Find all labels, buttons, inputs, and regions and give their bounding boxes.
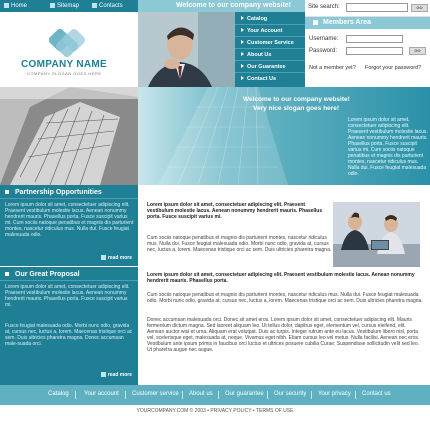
- main-content: Lorem ipsum dolor sit amet, consectetuer…: [138, 185, 430, 385]
- arrow-icon: [241, 76, 244, 80]
- welcome-slogan: Very nice slogan goes here!: [253, 105, 339, 112]
- read-more-icon: [100, 372, 106, 377]
- footer-separator: [182, 391, 183, 399]
- paragraph-2: Cum sociis natoque penatibus et magnis d…: [147, 235, 332, 253]
- partnership-text: Lorem ipsum dolor sit amet, consectetuer…: [5, 202, 134, 238]
- signup-link[interactable]: Not a member yet?: [309, 65, 356, 71]
- members-header: Members Area: [305, 17, 430, 29]
- partnership-title: Partnership Opportunities: [15, 189, 102, 196]
- proposal-text-2: Fusce feugiat malesuada odio. Morbi nunc…: [5, 323, 133, 347]
- footer-link-about-us[interactable]: About us: [189, 391, 213, 397]
- proposal-read-more[interactable]: read more: [100, 372, 132, 378]
- arrow-icon: [241, 28, 244, 32]
- nav-item-about-us[interactable]: About Us: [235, 50, 305, 61]
- sitemap-icon: [50, 3, 55, 8]
- footer-link-our-security[interactable]: Our security: [274, 391, 306, 397]
- footer-link-contact-us[interactable]: Contact us: [362, 391, 391, 397]
- proposal-header: Our Great Proposal: [0, 267, 138, 281]
- footer-separator: [75, 391, 76, 399]
- copyright-bar: YOURCOMPANY.COM © 2003 • PRIVACY POLICY …: [0, 405, 430, 423]
- footer-separator: [267, 391, 268, 399]
- businessman-photo: [138, 12, 235, 87]
- main-nav: Catalog Your Account Customer Service Ab…: [235, 12, 305, 87]
- business-meeting-photo: [333, 202, 420, 267]
- home-icon: [4, 3, 9, 8]
- login-go-button[interactable]: GO: [409, 47, 426, 55]
- footer-nav: Catalog Your account Customer service Ab…: [0, 385, 430, 405]
- arrow-icon: [241, 52, 244, 56]
- nav-item-catalog[interactable]: Catalog: [235, 14, 305, 25]
- footer-link-our-guarantee[interactable]: Our guarantee: [225, 391, 264, 397]
- search-input[interactable]: [346, 3, 408, 12]
- footer-link-catalog[interactable]: Catalog: [48, 391, 69, 397]
- welcome-title: Welcome to our company website!: [243, 96, 350, 103]
- search-go-button[interactable]: GO: [411, 4, 428, 12]
- footer-link-your-account[interactable]: Your account: [84, 391, 119, 397]
- paragraph-4: Cum sociis natoque penatibus et magnis d…: [147, 292, 423, 304]
- footer-separator: [355, 391, 356, 399]
- footer-separator: [125, 391, 126, 399]
- arrow-icon: [241, 16, 244, 20]
- company-slogan: COMPANY SLOGAN GOES HERE: [27, 71, 102, 76]
- footer-separator: [311, 391, 312, 399]
- footer-link-your-privacy[interactable]: Your privacy: [318, 391, 351, 397]
- footer-separator: [218, 391, 219, 399]
- username-input[interactable]: [346, 35, 403, 43]
- sitemap-link[interactable]: Sitemap: [50, 2, 79, 10]
- arrow-icon: [241, 64, 244, 68]
- read-more-icon: [100, 255, 106, 260]
- members-title: Members Area: [323, 19, 371, 26]
- welcome-bar-text: Welcome to our company website!: [176, 2, 292, 9]
- footer-link-customer-service[interactable]: Customer service: [132, 391, 179, 397]
- nav-item-our-guarantee[interactable]: Our Guarantee: [235, 62, 305, 73]
- password-input[interactable]: [346, 47, 403, 55]
- copyright-text: YOURCOMPANY.COM © 2003 • PRIVACY POLICY …: [136, 408, 294, 414]
- partnership-read-more[interactable]: read more: [100, 255, 132, 261]
- search-label: Site search:: [308, 4, 340, 10]
- forgot-password-link[interactable]: Forgot your password?: [365, 65, 421, 71]
- second-bold-paragraph: Lorem ipsum dolor sit amet, consectetuer…: [147, 272, 415, 284]
- bullet-icon: [5, 272, 9, 276]
- paragraph-5: Donec accumsan malesuada orci. Donec sit…: [147, 317, 420, 353]
- company-name[interactable]: COMPANY NAME: [21, 59, 107, 70]
- nav-item-customer-service[interactable]: Customer Service: [235, 38, 305, 49]
- members-area: Members Area Username: Password: GO Not …: [305, 17, 430, 87]
- members-icon: [313, 20, 318, 25]
- building-photo: [0, 87, 138, 185]
- welcome-text: Lorem ipsum dolor sit amet, consectetuer…: [348, 117, 428, 177]
- nav-item-your-account[interactable]: Your Account: [235, 26, 305, 37]
- username-label: Username:: [309, 36, 339, 42]
- contacts-icon: [92, 3, 97, 8]
- top-bar: Home Sitemap Contacts: [0, 0, 138, 12]
- intro-bold-paragraph: Lorem ipsum dolor sit amet, consectetuer…: [147, 202, 323, 220]
- welcome-banner: Welcome to our company website! Very nic…: [138, 87, 430, 185]
- proposal-box: Our Great Proposal Lorem ipsum dolor sit…: [0, 267, 138, 385]
- welcome-bar: Welcome to our company website!: [138, 0, 305, 12]
- proposal-title: Our Great Proposal: [15, 271, 80, 278]
- partnership-box: Partnership Opportunities Lorem ipsum do…: [0, 185, 138, 266]
- site-search: Site search: GO: [305, 0, 430, 17]
- arrow-icon: [241, 40, 244, 44]
- password-label: Password:: [309, 48, 338, 54]
- logo-area: COMPANY NAME COMPANY SLOGAN GOES HERE: [0, 12, 138, 87]
- proposal-text-1: Lorem ipsum dolor sit amet, consectetuer…: [5, 284, 130, 308]
- contacts-link[interactable]: Contacts: [92, 2, 123, 10]
- bullet-icon: [5, 190, 9, 194]
- partnership-header: Partnership Opportunities: [0, 185, 138, 199]
- home-link[interactable]: Home: [4, 2, 27, 10]
- nav-item-contact-us[interactable]: Contact Us: [235, 74, 305, 85]
- logo-icon: [48, 29, 86, 57]
